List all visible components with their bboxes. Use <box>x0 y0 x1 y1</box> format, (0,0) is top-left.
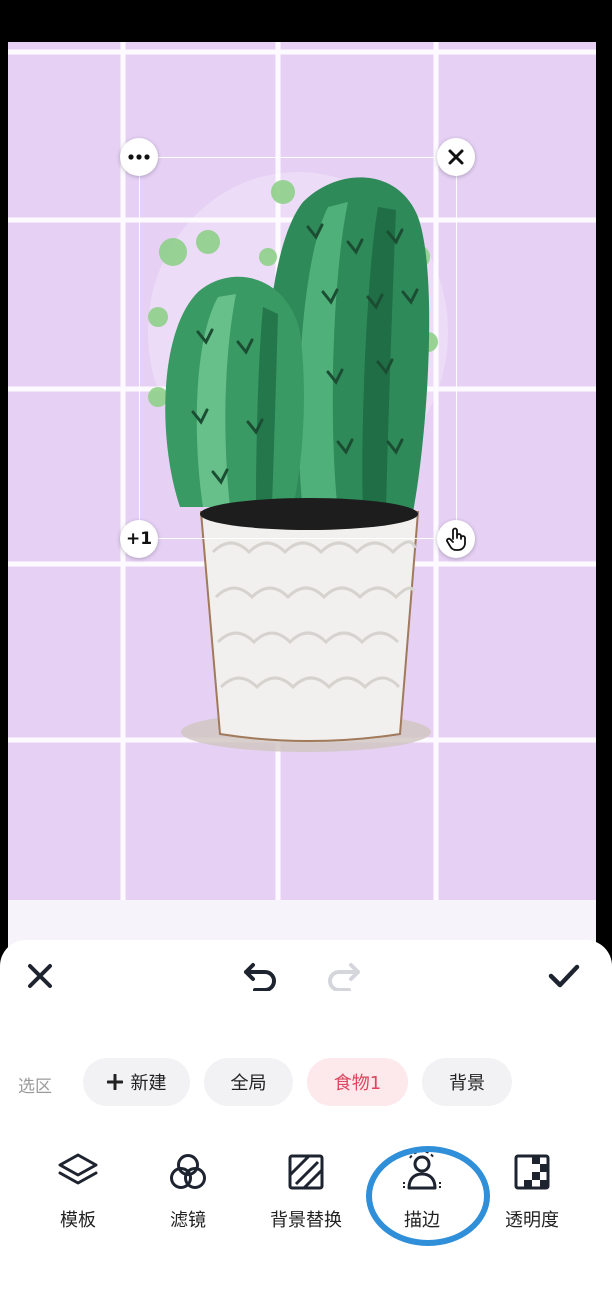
chip-new[interactable]: 新建 <box>83 1058 190 1106</box>
cancel-button[interactable] <box>22 958 58 994</box>
duplicate-handle[interactable]: +1 <box>120 520 158 558</box>
tool-filter[interactable]: 滤镜 <box>133 1150 243 1240</box>
hatch-square-icon <box>288 1154 324 1190</box>
tool-template-label: 模板 <box>60 1210 96 1231</box>
layers-icon <box>58 1153 98 1185</box>
plus-icon <box>106 1074 123 1090</box>
more-horizontal-icon <box>128 154 150 160</box>
tool-background-replace[interactable]: 背景替换 <box>251 1150 361 1240</box>
tool-filter-label: 滤镜 <box>170 1210 206 1231</box>
chip-new-label: 新建 <box>130 1073 167 1094</box>
chip-background[interactable]: 背景 <box>422 1058 512 1106</box>
tool-opacity-label: 透明度 <box>505 1210 559 1231</box>
tool-background-replace-label: 背景替换 <box>270 1210 342 1231</box>
gesture-handle[interactable] <box>437 520 475 558</box>
chip-food1[interactable]: 食物1 <box>307 1058 408 1106</box>
selection-label: 选区 <box>18 1077 52 1097</box>
selection-box[interactable] <box>139 157 457 539</box>
chip-background-label: 背景 <box>449 1073 485 1094</box>
checkerboard-icon <box>514 1154 550 1190</box>
duplicate-label: +1 <box>125 529 153 549</box>
tool-opacity[interactable]: 透明度 <box>477 1150 587 1240</box>
more-handle[interactable] <box>120 138 158 176</box>
delete-handle[interactable] <box>437 138 475 176</box>
edit-panel <box>0 940 612 1316</box>
hand-pointer-icon <box>446 527 466 551</box>
chip-food1-label: 食物1 <box>333 1073 382 1094</box>
check-icon <box>548 964 580 988</box>
filter-circles-icon <box>170 1154 206 1189</box>
tool-template[interactable]: 模板 <box>23 1150 133 1240</box>
redo-button[interactable] <box>322 956 364 996</box>
chip-global-label: 全局 <box>230 1073 267 1094</box>
close-icon <box>448 149 464 165</box>
close-icon <box>28 964 52 988</box>
undo-button[interactable] <box>240 956 282 996</box>
undo-icon <box>244 963 276 991</box>
confirm-button[interactable] <box>544 956 584 996</box>
redo-icon <box>328 963 360 991</box>
chip-global[interactable]: 全局 <box>204 1058 293 1106</box>
highlight-ring <box>366 1146 490 1246</box>
